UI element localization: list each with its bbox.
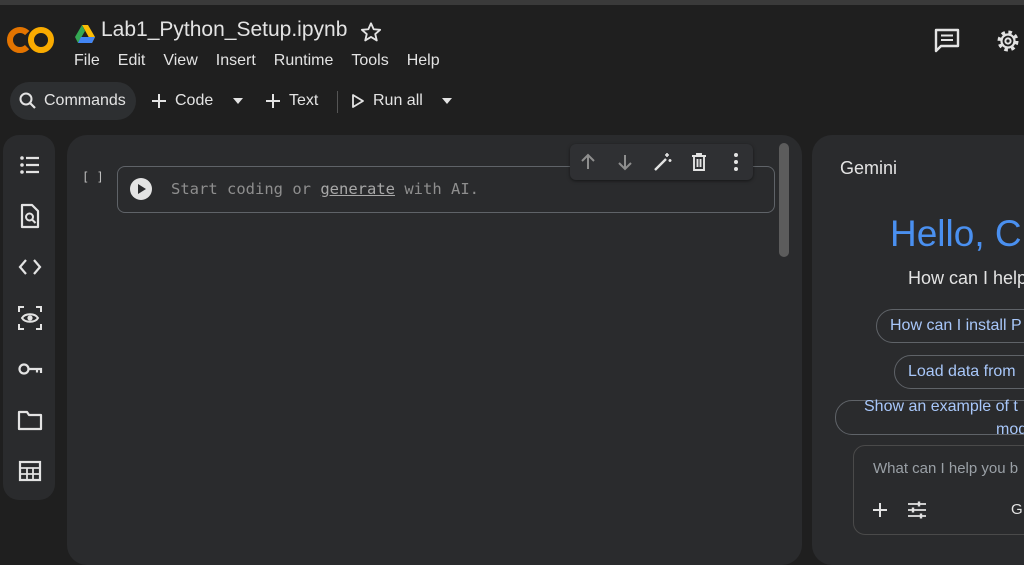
notebook-toolbar: Commands Code Text Run all — [0, 78, 1024, 126]
cell-placeholder: Start coding or generate with AI. — [171, 180, 479, 198]
play-outline-icon — [352, 94, 364, 108]
menu-help[interactable]: Help — [398, 52, 449, 70]
suggestion-chip-example-line2: mod — [996, 421, 1024, 438]
code-snippets-icon[interactable] — [17, 254, 43, 280]
gemini-input-placeholder: What can I help you b — [873, 460, 1019, 477]
cell-placeholder-suffix: with AI. — [404, 180, 479, 198]
menu-view[interactable]: View — [154, 52, 206, 70]
google-drive-icon — [75, 25, 95, 43]
cell-execution-count: [ ] — [82, 170, 104, 184]
gemini-panel: Gemini Hello, C How can I help How can I… — [812, 135, 1024, 565]
tune-settings-icon[interactable] — [906, 500, 928, 520]
delete-cell-icon[interactable] — [688, 151, 710, 173]
menu-tools[interactable]: Tools — [342, 52, 397, 70]
colab-logo[interactable] — [6, 25, 56, 55]
gemini-title: Gemini — [840, 158, 898, 178]
variables-inspector-icon[interactable] — [17, 305, 43, 331]
plus-icon — [266, 94, 280, 108]
more-options-icon[interactable] — [725, 151, 747, 173]
plus-icon — [152, 94, 166, 108]
gemini-model-label[interactable]: G — [1011, 501, 1023, 518]
play-icon — [138, 184, 146, 194]
gemini-subtitle: How can I help — [908, 268, 1024, 288]
table-of-contents-icon[interactable] — [17, 152, 43, 178]
files-folder-icon[interactable] — [17, 407, 43, 433]
notebook-title[interactable]: Lab1_Python_Setup.ipynb — [101, 18, 347, 42]
editor-scrollbar[interactable] — [779, 143, 789, 257]
gemini-greeting: Hello, C — [890, 213, 1022, 254]
star-icon[interactable] — [360, 21, 382, 43]
find-in-page-icon[interactable] — [17, 203, 43, 229]
run-all-button[interactable]: Run all — [350, 82, 423, 120]
add-code-button[interactable]: Code — [150, 82, 213, 120]
add-attachment-icon[interactable] — [870, 500, 890, 520]
run-all-label: Run all — [373, 92, 423, 109]
header: Lab1_Python_Setup.ipynb File Edit View I… — [0, 5, 1024, 78]
menu-insert[interactable]: Insert — [207, 52, 265, 70]
gear-icon[interactable] — [994, 27, 1022, 55]
left-sidebar — [3, 135, 55, 500]
menu-bar: File Edit View Insert Runtime Tools Help — [74, 52, 449, 70]
cell-placeholder-prefix: Start coding or — [171, 180, 311, 198]
suggestion-chip-load-data[interactable]: Load data from — [894, 355, 1024, 389]
run-cell-button[interactable] — [130, 178, 152, 200]
generate-link[interactable]: generate — [320, 180, 395, 198]
toolbar-divider — [337, 91, 338, 113]
menu-runtime[interactable]: Runtime — [265, 52, 343, 70]
add-text-button[interactable]: Text — [264, 82, 318, 120]
menu-edit[interactable]: Edit — [109, 52, 155, 70]
move-cell-up-icon[interactable] — [577, 151, 599, 173]
run-all-dropdown-button[interactable] — [440, 82, 454, 120]
comment-icon[interactable] — [933, 27, 961, 53]
search-icon — [19, 92, 36, 109]
code-label: Code — [175, 92, 214, 109]
caret-down-icon — [233, 98, 243, 104]
secrets-key-icon[interactable] — [17, 356, 43, 382]
data-table-icon[interactable] — [17, 458, 43, 484]
commands-button[interactable]: Commands — [10, 82, 136, 120]
move-cell-down-icon[interactable] — [614, 151, 636, 173]
text-label: Text — [289, 92, 319, 109]
suggestion-chip-example-line1: Show an example of t — [864, 398, 1018, 415]
caret-down-icon — [442, 98, 452, 104]
commands-label: Commands — [44, 92, 126, 109]
cell-toolbar — [570, 144, 753, 180]
suggestion-chip-example[interactable]: Show an example of t mod — [835, 398, 1024, 438]
magic-wand-icon[interactable] — [651, 151, 673, 173]
code-dropdown-button[interactable] — [231, 82, 245, 120]
menu-file[interactable]: File — [74, 52, 109, 70]
suggestion-chip-install[interactable]: How can I install P — [876, 309, 1024, 343]
gemini-prompt-box[interactable]: What can I help you b G — [853, 445, 1024, 535]
